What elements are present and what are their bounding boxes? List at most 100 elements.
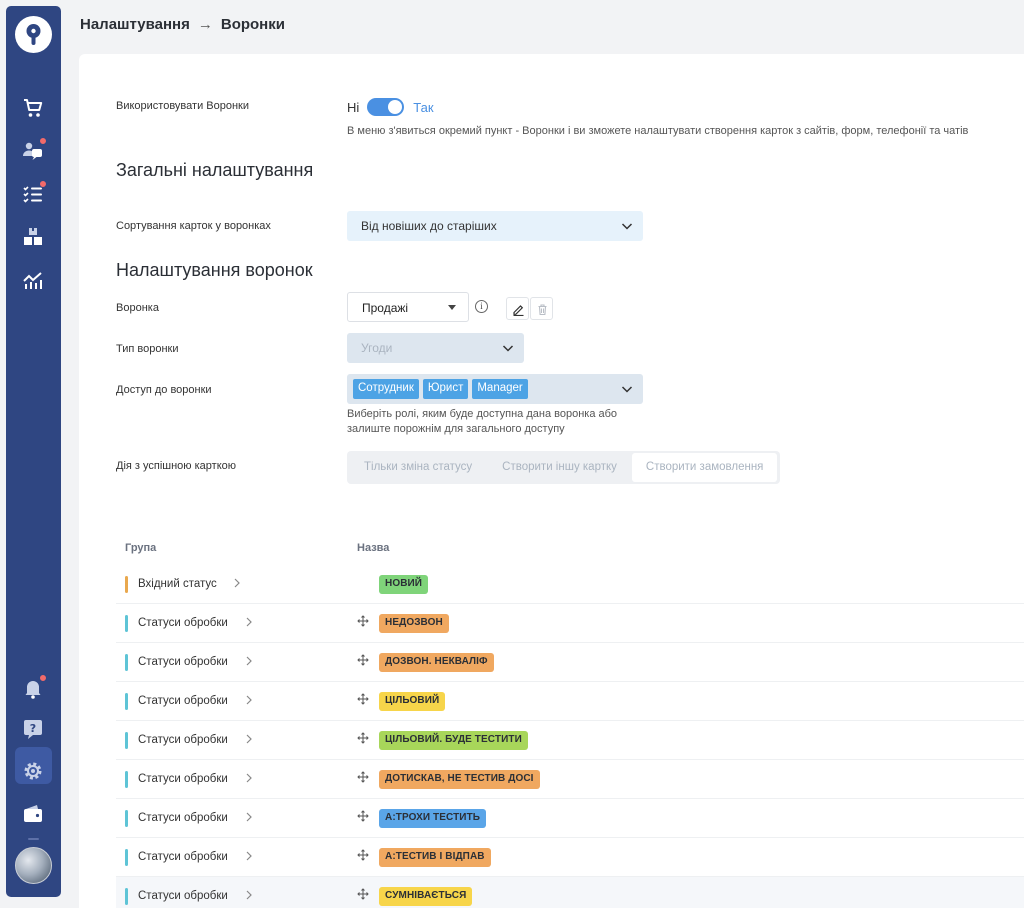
group-color-bar [125, 849, 128, 866]
notification-dot [39, 137, 47, 145]
group-name[interactable]: Статуси обробки [138, 773, 228, 785]
drag-move-icon[interactable] [357, 654, 369, 666]
success-action-segmented: Тільки зміна статусу Створити іншу картк… [347, 451, 780, 484]
chevron-right-icon[interactable] [245, 773, 253, 783]
help-icon[interactable]: ? [21, 717, 45, 741]
toggle-off-label: Ні [347, 99, 360, 115]
group-color-bar [125, 576, 128, 593]
status-badge[interactable]: НОВИЙ [379, 575, 429, 594]
group-color-bar [125, 693, 128, 710]
wallet-icon[interactable] [21, 802, 45, 826]
chevron-right-icon[interactable] [245, 617, 253, 627]
status-badge[interactable]: ДОТИСКАВ, НЕ ТЕСТИВ ДОСІ [379, 770, 540, 789]
status-badge[interactable]: ЦІЛЬОВИЙ. БУДЕ ТЕСТИТИ [379, 731, 528, 750]
group-color-bar [125, 732, 128, 749]
group-name[interactable]: Статуси обробки [138, 890, 228, 902]
avatar[interactable] [15, 847, 52, 884]
sort-cards-value: Від новіших до старіших [361, 219, 497, 233]
funnel-access-multiselect[interactable]: Сотрудник Юрист Manager [347, 374, 643, 404]
table-row[interactable]: Вхідний статус НОВИЙ [116, 565, 1024, 604]
group-name[interactable]: Статуси обробки [138, 851, 228, 863]
breadcrumb-parent[interactable]: Налаштування [80, 16, 190, 33]
users-chat-icon[interactable] [21, 137, 47, 163]
chevron-down-icon [502, 345, 514, 352]
cart-icon[interactable] [21, 96, 45, 120]
task-list-icon[interactable] [21, 180, 47, 206]
bell-icon[interactable] [21, 674, 47, 700]
use-funnels-hint: В меню з'явиться окремий пункт - Воронки… [347, 125, 969, 137]
key-logo-icon[interactable] [15, 16, 52, 53]
info-icon[interactable]: i [475, 300, 488, 313]
drag-move-icon[interactable] [357, 888, 369, 900]
table-row[interactable]: Статуси обробки СУМНІВАЄТЬСЯ [116, 877, 1024, 908]
chevron-right-icon[interactable] [245, 812, 253, 822]
drag-move-icon[interactable] [357, 849, 369, 861]
toggle-knob [388, 100, 403, 114]
success-option-create-order[interactable]: Створити замовлення [631, 453, 777, 482]
drag-move-icon[interactable] [357, 810, 369, 822]
delete-funnel-button[interactable] [530, 297, 553, 320]
edit-funnel-button[interactable] [506, 297, 529, 320]
use-funnels-label: Використовувати Воронки [116, 100, 249, 112]
toggle-on-label: Так [413, 99, 434, 115]
sidebar: ? [6, 6, 61, 897]
chevron-down-icon [621, 223, 633, 230]
table-row[interactable]: Статуси обробки НЕДОЗВОН [116, 604, 1024, 643]
funnel-select[interactable]: Продажі [347, 292, 469, 322]
success-option-status-only[interactable]: Тільки зміна статусу [349, 453, 487, 482]
group-name[interactable]: Статуси обробки [138, 695, 228, 707]
group-name[interactable]: Статуси обробки [138, 734, 228, 746]
analytics-icon[interactable] [21, 268, 45, 292]
column-header-name: Назва [357, 542, 390, 554]
chevron-right-icon[interactable] [245, 695, 253, 705]
sort-cards-select[interactable]: Від новіших до старіших [347, 211, 643, 241]
chevron-right-icon[interactable] [245, 851, 253, 861]
group-color-bar [125, 810, 128, 827]
sidebar-divider [28, 838, 39, 840]
success-option-create-card[interactable]: Створити іншу картку [487, 453, 632, 482]
group-name[interactable]: Статуси обробки [138, 617, 228, 629]
group-color-bar [125, 888, 128, 905]
status-badge[interactable]: А:ТЕСТИВ І ВІДПАВ [379, 848, 491, 867]
boxes-icon[interactable] [21, 225, 45, 249]
chevron-right-icon[interactable] [245, 734, 253, 744]
table-row[interactable]: Статуси обробки ДОТИСКАВ, НЕ ТЕСТИВ ДОСІ [116, 760, 1024, 799]
table-row[interactable]: Статуси обробки ЦІЛЬОВИЙ [116, 682, 1024, 721]
table-row[interactable]: Статуси обробки ДОЗВОН. НЕКВАЛІФ [116, 643, 1024, 682]
status-badge[interactable]: ДОЗВОН. НЕКВАЛІФ [379, 653, 494, 672]
notification-dot [39, 180, 47, 188]
funnel-access-hint-line: Виберіть ролі, яким буде доступна дана в… [347, 408, 618, 420]
drag-move-icon[interactable] [357, 771, 369, 783]
funnel-access-label: Доступ до воронки [116, 384, 212, 396]
chevron-right-icon[interactable] [233, 578, 241, 588]
svg-text:?: ? [30, 722, 36, 735]
drag-move-icon[interactable] [357, 693, 369, 705]
chevron-right-icon[interactable] [245, 656, 253, 666]
drag-move-icon[interactable] [357, 615, 369, 627]
status-badge[interactable]: НЕДОЗВОН [379, 614, 449, 633]
settings-icon[interactable] [21, 759, 45, 783]
funnel-type-label: Тип воронки [116, 343, 179, 355]
role-tag[interactable]: Manager [472, 379, 528, 399]
group-name[interactable]: Статуси обробки [138, 812, 228, 824]
group-name[interactable]: Вхідний статус [138, 578, 217, 590]
status-badge[interactable]: А:ТРОХИ ТЕСТИТЬ [379, 809, 487, 828]
breadcrumb-current: Воронки [220, 16, 285, 33]
funnel-type-value: Угоди [361, 341, 393, 355]
table-row[interactable]: Статуси обробки ЦІЛЬОВИЙ. БУДЕ ТЕСТИТИ [116, 721, 1024, 760]
general-settings-title: Загальні налаштування [116, 160, 314, 180]
table-row[interactable]: Статуси обробки А:ТРОХИ ТЕСТИТЬ [116, 799, 1024, 838]
funnel-type-select[interactable]: Угоди [347, 333, 524, 363]
column-header-group: Група [125, 542, 157, 554]
group-name[interactable]: Статуси обробки [138, 656, 228, 668]
chevron-right-icon[interactable] [245, 890, 253, 900]
drag-move-icon[interactable] [357, 732, 369, 744]
pencil-icon [513, 305, 524, 316]
status-badge[interactable]: СУМНІВАЄТЬСЯ [379, 887, 473, 906]
role-tag[interactable]: Юрист [422, 379, 469, 399]
role-tag[interactable]: Сотрудник [353, 379, 419, 399]
table-row[interactable]: Статуси обробки А:ТЕСТИВ І ВІДПАВ [116, 838, 1024, 877]
status-badge[interactable]: ЦІЛЬОВИЙ [379, 692, 446, 711]
use-funnels-toggle[interactable] [367, 98, 405, 116]
notification-dot [39, 674, 47, 682]
